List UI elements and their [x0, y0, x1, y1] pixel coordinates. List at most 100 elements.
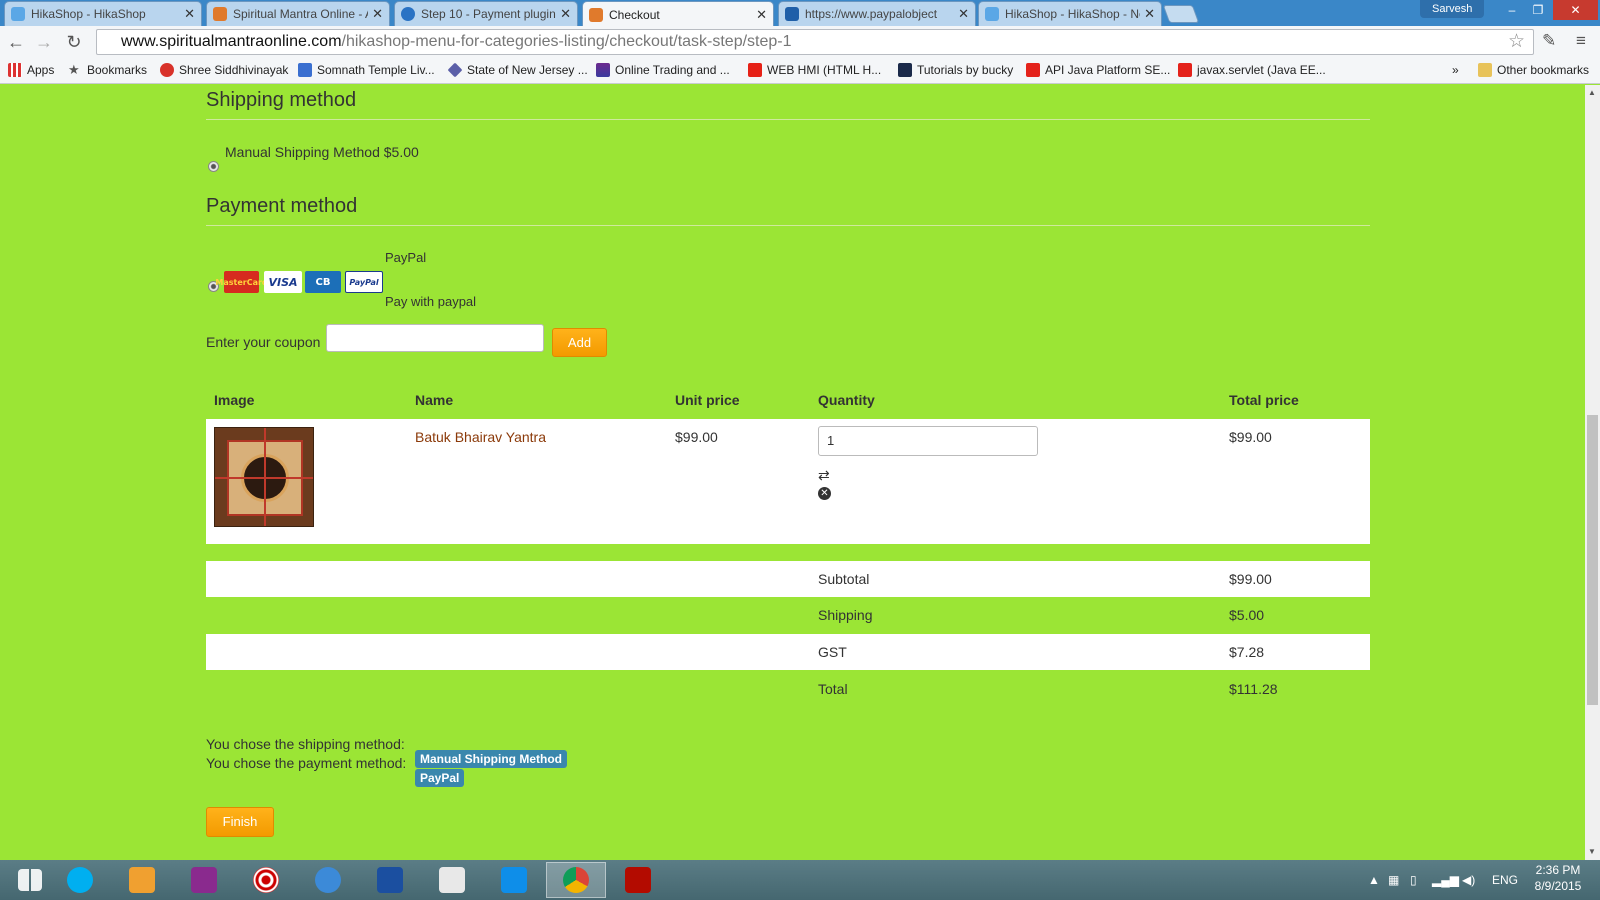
profile-button[interactable]: Sarvesh [1420, 0, 1485, 18]
volume-icon[interactable]: ◀) [1462, 860, 1475, 900]
close-icon[interactable]: ✕ [756, 7, 767, 23]
close-icon[interactable]: ✕ [1144, 6, 1155, 22]
tab-title: HikaShop - HikaShop [31, 7, 146, 21]
new-tab-button[interactable] [1162, 5, 1200, 23]
tray-arrow-icon[interactable]: ▲ [1368, 860, 1380, 900]
address-bar[interactable]: www.spiritualmantraonline.com/hikashop-m… [96, 29, 1534, 55]
tab-hikashop[interactable]: HikaShop - HikaShop ✕ [4, 1, 202, 26]
shipping-heading: Shipping method [206, 89, 357, 111]
tab-checkout[interactable]: Checkout ✕ [582, 1, 774, 27]
taskbar-app-target[interactable] [236, 862, 296, 898]
network-icon[interactable]: ▂▄▆ [1432, 860, 1459, 900]
scroll-thumb[interactable] [1587, 415, 1598, 705]
tab-title: Step 10 - Payment plugin: [421, 7, 557, 21]
gst-value: $7.28 [1229, 644, 1265, 660]
apps-grid-icon [8, 63, 22, 77]
coupon-input[interactable] [326, 324, 544, 352]
page-scrollbar[interactable]: ▲ ▼ [1585, 85, 1600, 860]
divider [206, 225, 1370, 226]
taskbar-app-connect[interactable] [174, 862, 234, 898]
bookmark-label: Tutorials by bucky [917, 63, 1014, 77]
clock-date: 8/9/2015 [1534, 879, 1582, 893]
scroll-up-icon[interactable]: ▲ [1588, 88, 1596, 97]
language-indicator[interactable]: ENG [1492, 860, 1518, 900]
bookmark-web-hmi[interactable]: WEB HMI (HTML H... [748, 63, 881, 77]
finish-button[interactable]: Finish [206, 807, 274, 837]
bookmark-label: Online Trading and ... [615, 63, 730, 77]
bookmark-label: Somnath Temple Liv... [317, 63, 435, 77]
taskbar-ie[interactable] [298, 862, 358, 898]
tab-spiritual-mantra[interactable]: Spiritual Mantra Online - A ✕ [206, 1, 390, 26]
tab-title: https://www.paypalobject [805, 7, 938, 21]
hikashop-favicon-icon [985, 7, 999, 21]
bookmark-bookmarks[interactable]: ★ Bookmarks [68, 62, 147, 78]
header-image: Image [214, 392, 255, 408]
action-center-icon[interactable]: ▦ [1388, 860, 1399, 900]
youtube-icon [748, 63, 762, 77]
shipping-radio[interactable] [208, 161, 219, 172]
battery-icon[interactable]: ▯ [1410, 860, 1417, 900]
product-name-link[interactable]: Batuk Bhairav Yantra [415, 429, 546, 445]
taskbar-chrome[interactable] [546, 862, 606, 898]
close-icon[interactable]: ✕ [958, 6, 969, 22]
clock-time: 2:36 PM [1535, 863, 1581, 877]
payment-description: Pay with paypal [385, 294, 477, 309]
cb-card-icon: CB [305, 271, 341, 293]
other-bookmarks[interactable]: Other bookmarks [1478, 63, 1589, 77]
star-icon: ★ [68, 62, 80, 77]
close-icon[interactable]: ✕ [560, 6, 571, 22]
bookmark-bucky[interactable]: Tutorials by bucky [898, 63, 1013, 77]
windows-logo-icon [18, 869, 42, 891]
paypal-card-icon: PayPal [345, 271, 383, 293]
product-total-price: $99.00 [1229, 429, 1272, 445]
taskbar-app-flag[interactable] [360, 862, 420, 898]
trading-icon [596, 63, 610, 77]
tab-paypalobjects[interactable]: https://www.paypalobject ✕ [778, 1, 976, 26]
reload-icon[interactable]: ↻ [64, 32, 84, 52]
flag-app-icon [377, 867, 403, 893]
extension-icon[interactable]: ✎ [1542, 31, 1556, 51]
taskbar-app-flower[interactable] [112, 862, 172, 898]
bookmark-star-icon[interactable]: ☆ [1508, 30, 1525, 53]
summary-row-bg [206, 634, 1370, 670]
taskbar-skype[interactable] [50, 862, 110, 898]
remove-item-icon[interactable]: ✕ [818, 487, 831, 500]
scroll-down-icon[interactable]: ▼ [1588, 847, 1596, 856]
menu-icon[interactable]: ≡ [1576, 31, 1586, 51]
bookmark-javax-servlet[interactable]: javax.servlet (Java EE... [1178, 63, 1326, 77]
bookmark-new-jersey[interactable]: State of New Jersey ... [447, 62, 588, 78]
tab-payment-plugin[interactable]: Step 10 - Payment plugin: ✕ [394, 1, 578, 26]
tab-hikashop-new[interactable]: HikaShop - HikaShop - Ne ✕ [978, 1, 1162, 26]
back-icon[interactable]: ← [6, 32, 26, 52]
hikashop-favicon-icon [11, 7, 25, 21]
forward-icon[interactable]: → [34, 32, 54, 52]
close-icon[interactable]: ✕ [372, 6, 383, 22]
mastercard-icon: MasterCard [215, 271, 268, 293]
add-coupon-button[interactable]: Add [552, 328, 607, 357]
browser-tab-strip: HikaShop - HikaShop ✕ Spiritual Mantra O… [0, 0, 1600, 27]
bookmark-somnath[interactable]: Somnath Temple Liv... [298, 63, 435, 77]
more-bookmarks-button[interactable]: » [1452, 63, 1459, 77]
product-unit-price: $99.00 [675, 429, 718, 445]
bookmark-siddhivinayak[interactable]: Shree Siddhivinayak [160, 63, 288, 77]
restore-icon[interactable]: ❐ [1524, 0, 1552, 20]
taskbar-acrobat[interactable] [608, 862, 668, 898]
chosen-shipping-badge: Manual Shipping Method [415, 750, 567, 768]
minimize-icon[interactable]: – [1498, 0, 1526, 20]
close-icon[interactable]: ✕ [184, 6, 195, 22]
taskbar-explorer[interactable] [422, 862, 482, 898]
taskbar-teamviewer[interactable] [484, 862, 544, 898]
internet-explorer-icon [315, 867, 341, 893]
product-image[interactable] [214, 427, 314, 527]
bookmark-label: Shree Siddhivinayak [179, 63, 289, 77]
clock[interactable]: 2:36 PM 8/9/2015 [1532, 853, 1584, 894]
bookmark-label: API Java Platform SE... [1045, 63, 1171, 77]
bookmark-online-trading[interactable]: Online Trading and ... [596, 63, 730, 77]
bookmark-java-api[interactable]: API Java Platform SE... [1026, 63, 1170, 77]
quantity-input[interactable]: 1 [818, 426, 1038, 456]
refresh-quantity-icon[interactable]: ⇄ [818, 467, 830, 484]
header-total-price: Total price [1229, 392, 1299, 408]
coupon-label: Enter your coupon [206, 334, 321, 350]
bookmark-apps[interactable]: Apps [8, 63, 54, 77]
window-close-icon[interactable]: ✕ [1553, 0, 1598, 20]
